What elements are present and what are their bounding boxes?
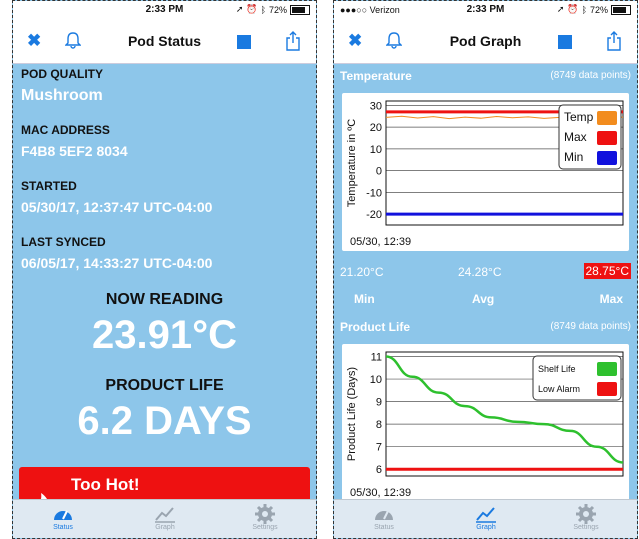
tab-settings[interactable]: Settings xyxy=(556,502,616,531)
product-life-chart-svg: Product Life (Days) 11 10 9 8 7 6 Shelf Life Low… xyxy=(346,351,624,499)
tab-label: Status xyxy=(53,524,73,531)
tab-status[interactable]: Status xyxy=(354,502,414,531)
legend-label: Low Alarm xyxy=(538,384,580,394)
max-label: Max xyxy=(599,292,623,306)
location-icon: ➚ xyxy=(556,4,565,14)
min-label: Min xyxy=(354,292,375,306)
status-right: ➚ ⏰ ᛒ 72% xyxy=(236,4,310,15)
y-tick-label: 8 xyxy=(376,419,382,431)
product-life-points: (8749 data points) xyxy=(550,321,631,332)
graph-icon xyxy=(476,507,496,523)
avg-label: Avg xyxy=(472,292,495,306)
legend-swatch xyxy=(597,151,617,165)
y-tick-label: 10 xyxy=(370,144,382,156)
y-tick-label: -10 xyxy=(366,187,382,199)
started-label: STARTED xyxy=(21,179,77,193)
mac-address-value: F4B8 5EF2 8034 xyxy=(21,143,128,159)
last-synced-value: 06/05/17, 14:33:27 UTC-04:00 xyxy=(21,255,213,271)
pod-quality-label: POD QUALITY xyxy=(21,67,104,81)
gear-icon xyxy=(255,504,275,524)
tab-bar: Status Graph Settings xyxy=(334,499,637,538)
tab-label: Settings xyxy=(573,524,599,531)
tab-graph[interactable]: Graph xyxy=(456,502,516,531)
bluetooth-icon: ᛒ xyxy=(260,4,266,15)
tab-graph[interactable]: Graph xyxy=(135,502,195,531)
temperature-points: (8749 data points) xyxy=(550,70,631,81)
legend-label: Max xyxy=(564,130,587,144)
gauge-icon xyxy=(54,510,72,520)
temperature-chart: Temperature in ºC 30 20 10 0 -10 -20 Temp Max Min… xyxy=(342,93,629,251)
alert-text: Too Hot! xyxy=(71,475,140,494)
now-reading-label: NOW READING xyxy=(105,291,224,308)
tab-settings[interactable]: Settings xyxy=(235,502,295,531)
temperature-header: Temperature xyxy=(340,69,412,83)
page-title: Pod Status xyxy=(127,33,202,49)
tab-bar: Status Graph Settings xyxy=(13,499,316,538)
pod-graph-screen: ●●●○○ Verizon 2:33 PM ➚ ⏰ ᛒ 72% ✖ Pod Gr… xyxy=(333,0,638,539)
legend-swatch xyxy=(597,131,617,145)
stop-icon[interactable] xyxy=(237,34,251,54)
pod-quality-value: Mushroom xyxy=(21,87,103,104)
tab-label: Graph xyxy=(476,524,496,531)
legend-swatch xyxy=(597,382,617,396)
alarm-icon: ⏰ xyxy=(246,4,258,14)
legend-label: Min xyxy=(564,150,583,164)
status-bar: 2:33 PM ➚ ⏰ ᛒ 72% xyxy=(13,1,316,19)
share-icon[interactable] xyxy=(606,31,622,56)
battery-percent: 72% xyxy=(268,4,287,15)
min-value: 21.20°C xyxy=(340,265,384,279)
legend-label: Shelf Life xyxy=(538,364,576,374)
y-tick-label: 10 xyxy=(370,374,382,386)
y-tick-label: 30 xyxy=(370,100,382,112)
battery-icon xyxy=(290,4,310,15)
y-tick-label: 7 xyxy=(376,442,382,454)
location-icon: ➚ xyxy=(235,4,244,14)
battery-icon xyxy=(611,4,631,15)
product-life-label: PRODUCT LIFE xyxy=(105,377,224,394)
status-right: ➚ ⏰ ᛒ 72% xyxy=(557,4,631,15)
gauge-icon xyxy=(375,510,393,520)
tab-status[interactable]: Status xyxy=(33,502,93,531)
nav-bar: ✖ Pod Status xyxy=(13,19,316,64)
avg-value: 24.28°C xyxy=(458,265,502,279)
status-bar: ●●●○○ Verizon 2:33 PM ➚ ⏰ ᛒ 72% xyxy=(334,1,637,19)
page-title: Pod Graph xyxy=(449,33,522,49)
product-life-chart: Product Life (Days) 11 10 9 8 7 6 Shelf Life Low… xyxy=(342,344,629,502)
stop-icon[interactable] xyxy=(558,34,572,54)
gear-icon xyxy=(576,504,596,524)
product-life-header: Product Life xyxy=(340,320,411,334)
started-value: 05/30/17, 12:37:47 UTC-04:00 xyxy=(21,199,213,215)
tab-label: Settings xyxy=(252,524,278,531)
temperature-chart-svg: Temperature in ºC 30 20 10 0 -10 -20 Temp Max Min… xyxy=(346,100,624,248)
legend-swatch xyxy=(597,362,617,376)
y-axis-label: Temperature in ºC xyxy=(346,119,358,207)
tab-label: Status xyxy=(374,524,394,531)
legend-label: Temp xyxy=(564,110,594,124)
legend-swatch xyxy=(597,111,617,125)
x-start-date-label: 05/30, 12:39 xyxy=(350,236,411,248)
x-start-date-label: 05/30, 12:39 xyxy=(350,487,411,499)
now-reading-value: 23.91°C xyxy=(92,313,237,357)
y-tick-label: 6 xyxy=(376,464,382,476)
nav-bar: ✖ Pod Graph xyxy=(334,19,637,64)
status-content: POD QUALITY Mushroom MAC ADDRESS F4B8 5E… xyxy=(13,63,316,500)
alarm-icon: ⏰ xyxy=(567,4,579,14)
battery-percent: 72% xyxy=(589,4,608,15)
bluetooth-icon: ᛒ xyxy=(581,4,587,15)
last-synced-label: LAST SYNCED xyxy=(21,235,106,249)
y-axis-label: Product Life (Days) xyxy=(346,367,358,461)
y-tick-label: 9 xyxy=(376,397,382,409)
graph-icon xyxy=(155,507,175,523)
max-value: 28.75°C xyxy=(583,263,631,279)
y-tick-label: -20 xyxy=(366,209,382,221)
product-life-value: 6.2 DAYS xyxy=(77,399,252,443)
tab-label: Graph xyxy=(155,524,175,531)
share-icon[interactable] xyxy=(285,31,301,56)
y-tick-label: 11 xyxy=(371,352,382,364)
pod-status-screen: 2:33 PM ➚ ⏰ ᛒ 72% ✖ Pod Status POD QUALI… xyxy=(12,0,317,539)
y-tick-label: 20 xyxy=(370,122,382,134)
mac-address-label: MAC ADDRESS xyxy=(21,123,110,137)
y-tick-label: 0 xyxy=(376,166,382,178)
